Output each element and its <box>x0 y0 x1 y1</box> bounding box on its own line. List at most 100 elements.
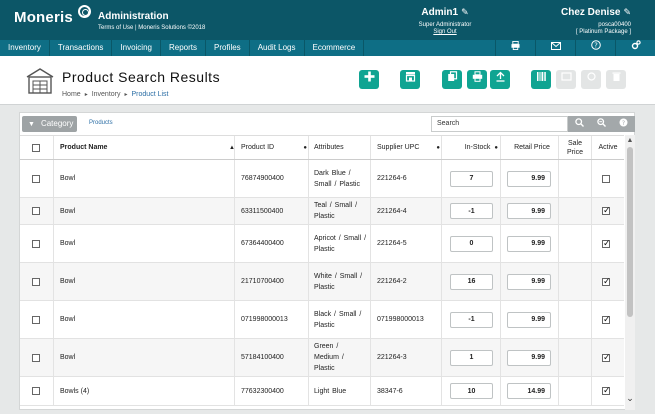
sale-price-cell <box>560 301 590 338</box>
export-button[interactable] <box>490 70 510 89</box>
sale-price-cell <box>560 263 590 300</box>
product-name[interactable]: Bowl <box>60 263 75 300</box>
header-in-stock[interactable]: In-Stock ● <box>450 136 498 159</box>
add-product-button[interactable] <box>359 70 379 89</box>
table-row[interactable]: Bowl 071998000013 Black / Small / Plastic 0… <box>20 301 624 339</box>
in-stock-input[interactable]: 0 <box>450 235 493 252</box>
supplier-upc: 221264-4 <box>377 207 407 215</box>
active-checkbox[interactable] <box>602 276 611 287</box>
breadcrumb-inventory[interactable]: Inventory <box>92 91 121 98</box>
table-row[interactable]: Bowl 67364400400 Apricot / Small / Plastic… <box>20 225 624 263</box>
category-label: Category <box>40 119 74 128</box>
print-button[interactable] <box>467 70 487 89</box>
header-product-name[interactable]: Product Name ▲ <box>60 136 235 159</box>
printer-icon[interactable] <box>495 40 535 56</box>
scroll-up-icon[interactable]: ▲ <box>625 137 635 144</box>
table-row[interactable]: Bowl 57184100400 Green / Medium / Plastic 2… <box>20 339 624 377</box>
retail-price-input[interactable]: 9.99 <box>507 273 551 290</box>
user-role: Super Administrator <box>418 22 472 28</box>
store-icon <box>405 72 415 82</box>
scroll-thumb[interactable] <box>627 147 633 317</box>
table-row[interactable]: Bowl 76874900400 Dark Blue / Small / Plast… <box>20 160 624 198</box>
in-stock-input[interactable]: 10 <box>450 383 493 399</box>
row-checkbox[interactable] <box>32 353 40 362</box>
active-checkbox[interactable] <box>602 352 611 363</box>
in-stock-input[interactable]: 1 <box>450 349 493 366</box>
select-all-checkbox[interactable] <box>32 143 40 152</box>
sort-icon[interactable]: ● <box>303 145 307 151</box>
product-name[interactable]: Bowl <box>60 160 75 197</box>
supplier-upc: 38347-6 <box>377 387 403 395</box>
row-checkbox-cell <box>32 160 40 197</box>
in-stock-input[interactable]: -1 <box>450 203 493 219</box>
header-product-id[interactable]: Product ID ● <box>241 136 307 159</box>
row-checkbox[interactable] <box>32 239 40 248</box>
move-icon <box>586 72 596 81</box>
store-button[interactable] <box>400 70 420 89</box>
product-name[interactable]: Bowl <box>60 301 75 338</box>
in-stock-input[interactable]: 16 <box>450 273 493 290</box>
copy-button[interactable] <box>442 70 462 89</box>
search-icon[interactable] <box>568 116 590 132</box>
zoom-minus-icon[interactable] <box>590 116 612 132</box>
scroll-down-icon[interactable]: ⌄ <box>625 393 635 404</box>
row-checkbox-cell <box>32 225 40 262</box>
table-row[interactable]: Bowl 63311500400 Teal / Small / Plastic 221… <box>20 198 624 225</box>
retail-price-input[interactable]: 9.99 <box>507 311 551 328</box>
app-title: Administration <box>98 11 169 22</box>
retail-price-input[interactable]: 14.99 <box>507 383 551 399</box>
edit-user-icon[interactable]: ✎ <box>461 7 469 18</box>
table-row[interactable]: Bowl 21710700400 White / Small / Plastic 22… <box>20 263 624 301</box>
retail-price-input[interactable]: 9.99 <box>507 349 551 366</box>
row-checkbox[interactable] <box>32 207 40 215</box>
in-stock-input[interactable]: 7 <box>450 170 493 187</box>
product-name[interactable]: Bowl <box>60 198 75 224</box>
barcode-button[interactable] <box>531 70 551 89</box>
row-checkbox-cell <box>32 198 40 224</box>
row-checkbox[interactable] <box>32 387 40 395</box>
settings-icon[interactable] <box>615 40 655 56</box>
product-attributes: Teal / Small / Plastic <box>314 202 358 220</box>
nav-profiles[interactable]: Profiles <box>206 40 250 56</box>
product-name[interactable]: Bowls (4) <box>60 377 89 405</box>
products-link[interactable]: Products <box>89 120 113 126</box>
vertical-scrollbar[interactable]: ▲ ⌄ <box>625 135 635 410</box>
edit-store-icon[interactable]: ✎ <box>623 7 631 18</box>
retail-price-input[interactable]: 9.99 <box>507 203 551 219</box>
product-name[interactable]: Bowl <box>60 339 75 376</box>
in-stock-input[interactable]: -1 <box>450 311 493 328</box>
help-icon[interactable]: ? <box>575 40 615 56</box>
in-stock-cell: 16 <box>450 263 493 300</box>
nav-reports[interactable]: Reports <box>161 40 206 56</box>
row-checkbox[interactable] <box>32 277 40 286</box>
sign-out-link[interactable]: Sign Out <box>400 29 490 35</box>
active-checkbox[interactable] <box>602 314 611 325</box>
sort-icon[interactable]: ● <box>436 145 440 151</box>
nav-ecommerce[interactable]: Ecommerce <box>305 40 365 56</box>
active-checkbox[interactable] <box>602 174 610 183</box>
active-checkbox[interactable] <box>602 205 611 216</box>
nav-transactions[interactable]: Transactions <box>50 40 113 56</box>
sort-icon[interactable]: ● <box>494 145 498 151</box>
retail-price-input[interactable]: 9.99 <box>507 170 551 187</box>
table-row[interactable]: Bowls (4) 77632300400 Light Blue 38347-6 10 1… <box>20 377 624 406</box>
nav-invoicing[interactable]: Invoicing <box>112 40 161 56</box>
supplier-upc: 221264-5 <box>377 240 407 247</box>
mail-icon[interactable] <box>535 40 575 56</box>
retail-price-input[interactable]: 9.99 <box>507 235 551 252</box>
header-supplier-upc[interactable]: Supplier UPC ● <box>377 136 440 159</box>
row-checkbox[interactable] <box>32 174 40 183</box>
active-checkbox[interactable] <box>602 238 611 249</box>
nav-audit-logs[interactable]: Audit Logs <box>250 40 305 56</box>
help-icon[interactable]: ? <box>613 116 635 132</box>
row-checkbox[interactable] <box>32 315 40 324</box>
search-input[interactable]: Search <box>431 116 568 132</box>
product-name[interactable]: Bowl <box>60 225 75 262</box>
active-checkbox[interactable] <box>602 385 611 396</box>
app-subtitle[interactable]: Terms of Use | Moneris Solutions ©2018 <box>98 25 205 31</box>
nav-inventory[interactable]: Inventory <box>0 40 50 56</box>
breadcrumb-home[interactable]: Home <box>62 91 81 98</box>
sale-price-cell <box>560 377 590 405</box>
category-button[interactable]: ▼ Category <box>22 116 77 132</box>
supplier-upc: 221264-2 <box>377 278 407 285</box>
